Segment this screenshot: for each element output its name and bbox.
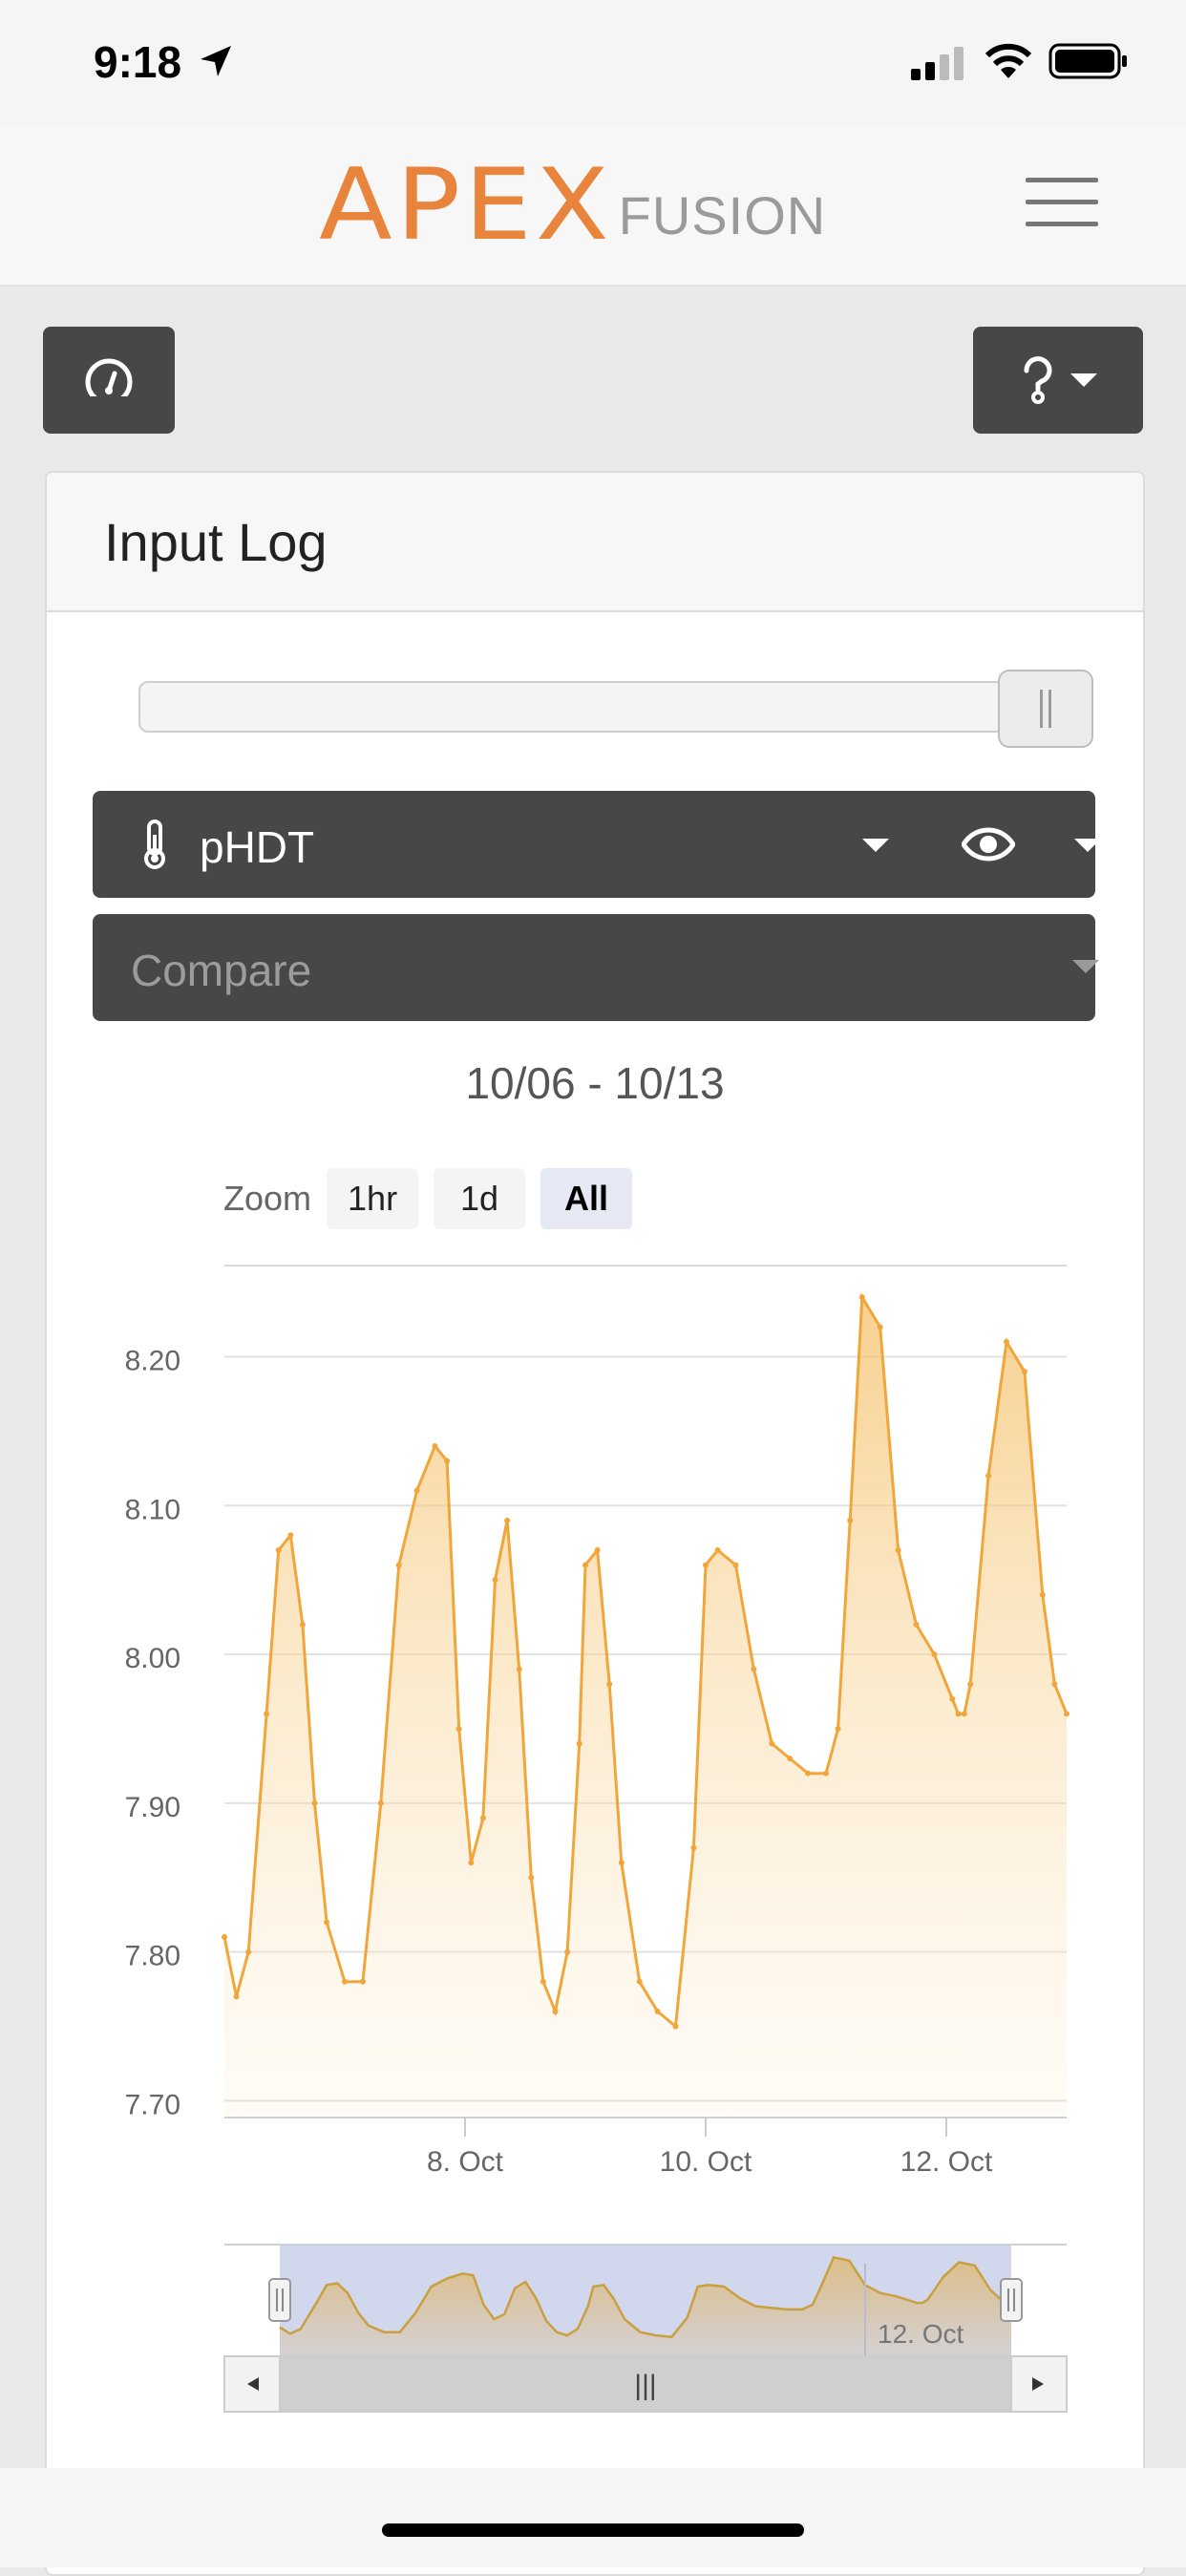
dashboard-button[interactable] (43, 327, 175, 434)
data-point[interactable] (576, 1740, 582, 1747)
data-point[interactable] (413, 1487, 420, 1494)
data-point[interactable] (275, 1547, 282, 1553)
data-point[interactable] (359, 1978, 366, 1985)
data-point[interactable] (311, 1799, 318, 1806)
data-point[interactable] (714, 1547, 721, 1553)
data-point[interactable] (528, 1874, 535, 1881)
x-tick-label: 8. Oct (427, 2146, 504, 2178)
x-tick-label: 10. Oct (660, 2146, 752, 2178)
hamburger-menu-icon[interactable] (1026, 178, 1098, 235)
y-tick-label: 7.70 (125, 2089, 180, 2120)
data-point[interactable] (823, 1770, 829, 1777)
speedometer-icon (85, 358, 133, 404)
question-icon (1024, 356, 1052, 404)
data-point[interactable] (1004, 1338, 1009, 1345)
apex-fusion-logo[interactable]: APEX FUSION (319, 148, 827, 263)
cellular-signal-icon (911, 47, 964, 80)
data-point[interactable] (895, 1547, 901, 1553)
data-point[interactable] (492, 1577, 498, 1584)
chevron-down-icon (1070, 373, 1097, 387)
data-point[interactable] (468, 1860, 475, 1866)
data-point[interactable] (732, 1562, 739, 1568)
data-point[interactable] (233, 1993, 240, 2000)
status-bar: 9:18 (0, 0, 1186, 126)
navigator-label: 12. Oct (878, 2319, 964, 2349)
data-point[interactable] (395, 1562, 402, 1568)
battery-icon (1048, 43, 1127, 79)
data-point[interactable] (931, 1651, 938, 1658)
scrollbar-grip[interactable]: ||| (634, 2370, 656, 2401)
data-point[interactable] (324, 1919, 330, 1926)
y-tick-label: 7.80 (125, 1941, 180, 1972)
data-point[interactable] (913, 1621, 920, 1628)
data-point[interactable] (1021, 1369, 1027, 1375)
data-point[interactable] (967, 1681, 974, 1688)
data-point[interactable] (858, 1294, 865, 1301)
data-point[interactable] (751, 1666, 757, 1672)
navigator-right-handle[interactable] (1000, 2278, 1023, 2322)
data-point[interactable] (299, 1621, 306, 1628)
data-point[interactable] (949, 1695, 956, 1702)
y-tick-label: 7.90 (125, 1792, 180, 1823)
data-point[interactable] (690, 1844, 697, 1851)
data-point[interactable] (787, 1756, 794, 1762)
data-point[interactable] (847, 1517, 854, 1523)
location-arrow-icon (201, 46, 231, 76)
ph-chart[interactable]: 8.20 8.10 8.00 7.90 7.80 7.70 8. Oct 10. Oct 12.… (47, 473, 1143, 2574)
data-point[interactable] (618, 1860, 625, 1866)
data-point[interactable] (432, 1442, 438, 1449)
data-point[interactable] (504, 1517, 511, 1523)
data-point[interactable] (961, 1711, 967, 1717)
home-bar-area (0, 2468, 1186, 2567)
data-point[interactable] (455, 1725, 462, 1732)
x-tick-label: 12. Oct (900, 2146, 993, 2178)
y-tick-label: 8.00 (125, 1643, 180, 1674)
data-point[interactable] (1064, 1711, 1070, 1717)
data-point[interactable] (594, 1547, 601, 1553)
logo-apex: APEX (319, 148, 613, 263)
data-point[interactable] (287, 1532, 294, 1539)
data-point[interactable] (703, 1562, 709, 1568)
data-point[interactable] (222, 1934, 227, 1941)
data-point[interactable] (606, 1681, 613, 1688)
data-point[interactable] (552, 2008, 559, 2014)
data-point[interactable] (245, 1948, 252, 1955)
data-point[interactable] (1051, 1681, 1058, 1688)
data-point[interactable] (805, 1770, 812, 1777)
y-tick-label: 8.20 (125, 1345, 180, 1376)
data-point[interactable] (342, 1978, 348, 1985)
data-point[interactable] (636, 1978, 643, 1985)
data-point[interactable] (877, 1324, 883, 1331)
data-point[interactable] (672, 2023, 679, 2030)
data-point[interactable] (654, 2008, 661, 2014)
wifi-icon (985, 43, 1032, 78)
status-time: 9:18 (94, 37, 182, 87)
home-indicator[interactable] (382, 2523, 804, 2537)
data-point[interactable] (955, 1711, 962, 1717)
navigator-left-handle[interactable] (268, 2278, 291, 2322)
logo-fusion: FUSION (618, 185, 827, 245)
input-log-card: Input Log pHDT Compare 10/06 - 10/13 Zoo… (45, 471, 1145, 2576)
data-point[interactable] (540, 1978, 546, 1985)
data-point[interactable] (835, 1725, 841, 1732)
y-tick-label: 8.10 (125, 1494, 180, 1525)
data-point[interactable] (479, 1815, 486, 1821)
data-point[interactable] (444, 1458, 451, 1464)
data-point[interactable] (1039, 1591, 1046, 1598)
data-point[interactable] (582, 1562, 588, 1568)
data-point[interactable] (564, 1948, 571, 1955)
help-dropdown-button[interactable] (973, 327, 1143, 434)
data-point[interactable] (985, 1473, 992, 1480)
data-point[interactable] (516, 1666, 522, 1672)
data-point[interactable] (769, 1740, 775, 1747)
data-point[interactable] (264, 1711, 270, 1717)
data-point[interactable] (377, 1799, 384, 1806)
top-navbar: APEX FUSION (0, 126, 1186, 287)
